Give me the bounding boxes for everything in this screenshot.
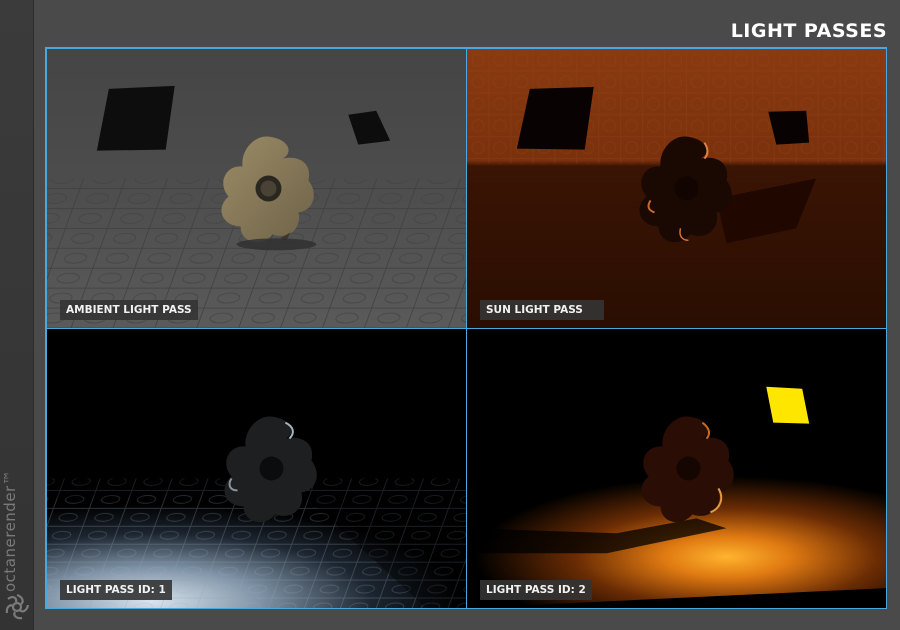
page-title: LIGHT PASSES [730, 20, 887, 42]
light-pass-1-render [47, 329, 466, 608]
octane-logo-icon [5, 593, 30, 620]
panel-label: LIGHT PASS ID: 2 [480, 580, 592, 600]
brand: octanerender™ [1, 470, 32, 622]
render-pass-grid: AMBIENT LIGHT PASS SUN LIGHT PASS LIGHT … [45, 47, 887, 609]
sidebar: octanerender™ [0, 0, 34, 630]
panel-label: LIGHT PASS ID: 1 [60, 580, 172, 600]
light-pass-id-2-panel[interactable]: LIGHT PASS ID: 2 [466, 328, 887, 609]
sun-light-pass-panel[interactable]: SUN LIGHT PASS [466, 48, 887, 329]
sun-pass-render [467, 49, 886, 328]
panel-label: AMBIENT LIGHT PASS [60, 300, 198, 320]
panel-label: SUN LIGHT PASS [480, 300, 604, 320]
ambient-pass-render [47, 49, 466, 328]
light-pass-2-render [467, 329, 886, 608]
light-pass-id-1-panel[interactable]: LIGHT PASS ID: 1 [46, 328, 467, 609]
brand-wordmark: octanerender™ [1, 469, 19, 592]
ambient-light-pass-panel[interactable]: AMBIENT LIGHT PASS [46, 48, 467, 329]
